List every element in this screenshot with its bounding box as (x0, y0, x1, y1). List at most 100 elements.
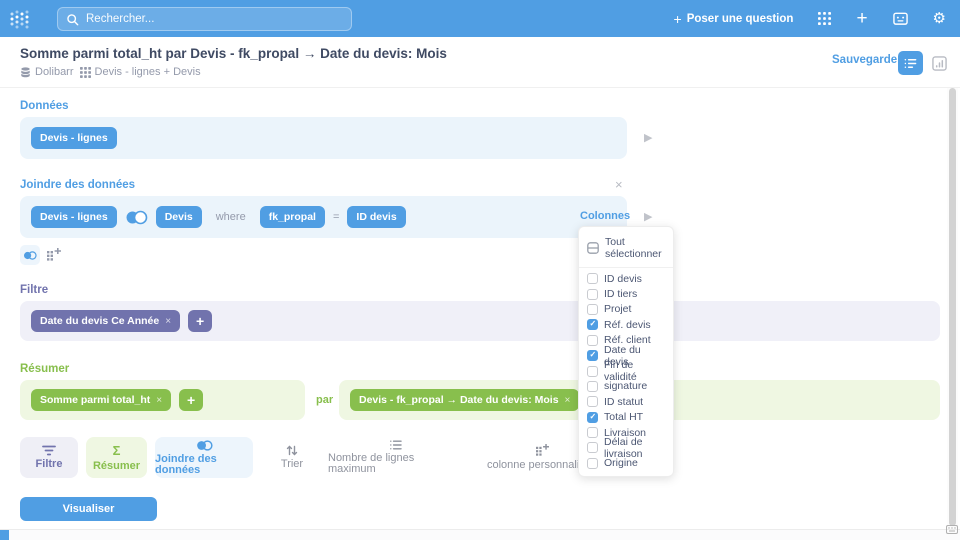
filter-remove-icon[interactable]: × (165, 316, 171, 327)
indeterminate-checkbox-icon (587, 242, 599, 254)
keyboard-shortcuts-icon[interactable] (946, 521, 958, 539)
checkbox[interactable] (587, 458, 598, 469)
aggregation-remove-icon[interactable]: × (156, 395, 162, 406)
column-option[interactable]: ID tiers (579, 286, 673, 301)
add-filter-button[interactable]: + (188, 310, 212, 332)
breadcrumb-table[interactable]: Devis - lignes + Devis (80, 66, 201, 78)
table-icon (80, 67, 91, 78)
metabot-icon[interactable] (893, 11, 908, 26)
add-aggregation-button[interactable]: + (179, 389, 203, 411)
action-join-label: Joindre des données (155, 454, 253, 476)
action-sort-button[interactable]: Trier (272, 437, 312, 478)
checkbox[interactable] (587, 442, 598, 453)
join-left-column-label: fk_propal (269, 211, 316, 223)
checkbox[interactable] (587, 396, 598, 407)
list-icon (390, 440, 402, 450)
action-join-button[interactable]: Joindre des données (155, 437, 253, 478)
data-table-pill[interactable]: Devis - lignes (31, 127, 117, 149)
footer-accent (0, 530, 9, 540)
checkbox[interactable] (587, 350, 598, 361)
search-icon (66, 13, 79, 26)
select-all-label: Tout sélectionner (605, 236, 665, 260)
select-all-item[interactable]: Tout sélectionner (579, 232, 673, 268)
breakout-pill[interactable]: Devis - fk_propal → Date du devis: Mois … (350, 389, 579, 411)
checkbox[interactable] (587, 289, 598, 300)
sigma-icon: Σ (113, 443, 121, 458)
column-option-label: ID devis (604, 273, 642, 285)
column-option[interactable]: Projet (579, 302, 673, 317)
action-filter-label: Filtre (36, 459, 63, 470)
checkbox[interactable] (587, 366, 598, 377)
visualization-toggle-icon[interactable] (932, 56, 947, 76)
new-question-button[interactable]: + Poser une question (674, 11, 794, 27)
checkbox[interactable] (587, 335, 598, 346)
column-option[interactable]: Fin de validité (579, 363, 673, 378)
join-right-column-pill[interactable]: ID devis (347, 206, 405, 228)
checkbox[interactable] (587, 304, 598, 315)
data-section-row: Devis - lignes (20, 117, 627, 159)
checkbox[interactable] (587, 427, 598, 438)
settings-gear-icon[interactable]: ⚙ (933, 11, 946, 26)
top-navbar: Rechercher... + Poser une question + ⚙ (0, 0, 960, 37)
group-by-label: par (316, 394, 333, 406)
scrollbar-thumb[interactable] (949, 88, 956, 526)
summarize-section-label: Résumer (20, 363, 69, 375)
join-type-venn-icon[interactable] (125, 210, 148, 225)
join-left-table-pill[interactable]: Devis - lignes (31, 206, 117, 228)
plus-icon: + (674, 11, 682, 27)
filter-pill[interactable]: Date du devis Ce Année × (31, 310, 180, 332)
breakout-remove-icon[interactable]: × (565, 395, 571, 406)
checkbox[interactable] (587, 273, 598, 284)
browse-data-icon[interactable] (818, 12, 831, 25)
action-summarize-button[interactable]: Σ Résumer (86, 437, 147, 478)
breadcrumb-database[interactable]: Dolibarr (20, 66, 74, 78)
breakout-pill-label: Devis - fk_propal → Date du devis: Mois (359, 394, 559, 406)
notebook-toggle-button[interactable] (898, 51, 923, 75)
data-section-label: Données (20, 100, 69, 112)
column-option-label: Projet (604, 303, 631, 315)
column-option[interactable]: ID devis (579, 271, 673, 286)
preview-data-play-icon[interactable]: ▶ (644, 131, 652, 144)
page-title: Somme parmi total_ht par Devis - fk_prop… (20, 46, 447, 61)
search-input[interactable]: Rechercher... (57, 7, 352, 31)
checkbox[interactable] (587, 412, 598, 423)
column-option-label: Délai de livraison (604, 436, 665, 460)
join-columns-button[interactable]: Colonnes (580, 210, 630, 222)
column-option-label: ID statut (604, 396, 643, 408)
create-plus-icon[interactable]: + (856, 8, 867, 30)
table-plus-icon (536, 444, 549, 457)
join-section-label: Joindre des données (20, 179, 135, 191)
custom-column-step-icon[interactable] (47, 248, 61, 267)
join-where-label: where (216, 211, 246, 223)
breadcrumb-table-label: Devis - lignes + Devis (95, 66, 201, 78)
column-option[interactable]: Réf. devis (579, 317, 673, 332)
aggregation-pill-label: Somme parmi total_ht (40, 394, 150, 406)
join-left-table-label: Devis - lignes (40, 211, 108, 223)
question-header: Somme parmi total_ht par Devis - fk_prop… (0, 37, 960, 88)
join-operator: = (333, 211, 339, 223)
database-icon (20, 67, 31, 78)
join-right-table-pill[interactable]: Devis (156, 206, 202, 228)
column-option-label: ID tiers (604, 288, 637, 300)
join-left-column-pill[interactable]: fk_propal (260, 206, 325, 228)
checkbox[interactable] (587, 319, 598, 330)
column-option[interactable]: Total HT (579, 410, 673, 425)
column-option[interactable]: Délai de livraison (579, 440, 673, 455)
metabase-logo-icon[interactable] (9, 8, 31, 30)
breadcrumb: Dolibarr Devis - lignes + Devis (20, 66, 201, 78)
save-button[interactable]: Sauvegarder (832, 54, 902, 66)
filter-pill-label: Date du devis Ce Année (40, 315, 159, 327)
checkbox[interactable] (587, 381, 598, 392)
aggregation-pill[interactable]: Somme parmi total_ht × (31, 389, 171, 411)
column-option[interactable]: ID statut (579, 394, 673, 409)
add-join-step-button[interactable] (20, 245, 40, 265)
join-right-table-label: Devis (165, 211, 193, 223)
join-close-icon[interactable]: × (615, 177, 623, 192)
preview-join-play-icon[interactable]: ▶ (644, 210, 652, 223)
action-row-limit-button[interactable]: Nombre de lignes maximum (328, 437, 464, 478)
visualize-button[interactable]: Visualiser (20, 497, 157, 521)
action-sort-label: Trier (281, 459, 303, 470)
search-placeholder: Rechercher... (86, 13, 154, 25)
action-filter-button[interactable]: Filtre (20, 437, 78, 478)
column-option-label: Total HT (604, 411, 643, 423)
